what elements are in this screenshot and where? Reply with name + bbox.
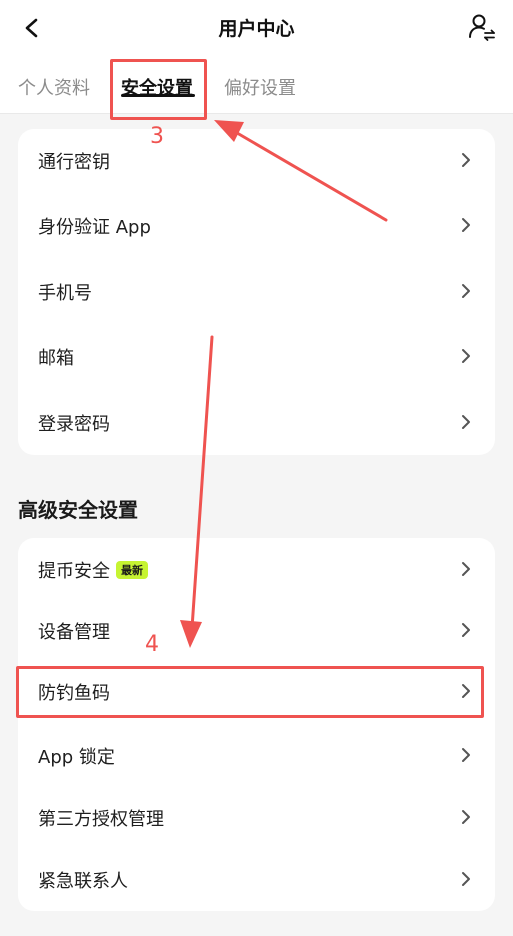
top-bar: 用户中心 xyxy=(0,0,513,56)
security-settings-card: 通行密钥 身份验证 App 手机号 邮箱 登录密码 xyxy=(18,129,495,455)
chevron-right-icon xyxy=(462,623,470,637)
row-emergency-contact[interactable]: 紧急联系人 xyxy=(18,848,495,910)
row-label-wrap: 提币安全 最新 xyxy=(38,557,148,583)
tab-bar: 个人资料 安全设置 偏好设置 xyxy=(0,56,513,114)
tab-profile[interactable]: 个人资料 xyxy=(18,74,90,100)
row-phone[interactable]: 手机号 xyxy=(18,260,495,322)
row-authenticator-app[interactable]: 身份验证 App xyxy=(18,194,495,256)
annotation-highlight-security-tab xyxy=(110,59,207,120)
row-label: 通行密钥 xyxy=(38,152,110,173)
section-title-advanced: 高级安全设置 xyxy=(18,498,138,522)
page-title: 用户中心 xyxy=(218,18,295,40)
chevron-right-icon xyxy=(462,284,470,298)
advanced-security-card: 提币安全 最新 设备管理 防钓鱼码 App 锁定 第三方授权管理 紧急联系人 xyxy=(18,538,495,911)
row-third-party-authorization[interactable]: 第三方授权管理 xyxy=(18,786,495,848)
annotation-step-4: 4 xyxy=(145,632,159,657)
row-label: 身份验证 App xyxy=(38,217,151,238)
new-badge: 最新 xyxy=(116,561,148,579)
annotation-highlight-anti-phishing xyxy=(16,666,484,718)
chevron-right-icon xyxy=(462,218,470,232)
row-label: App 锁定 xyxy=(38,747,115,768)
chevron-right-icon xyxy=(462,562,470,576)
row-email[interactable]: 邮箱 xyxy=(18,325,495,387)
row-passkey[interactable]: 通行密钥 xyxy=(18,129,495,191)
chevron-right-icon xyxy=(462,810,470,824)
row-login-password[interactable]: 登录密码 xyxy=(18,391,495,453)
chevron-right-icon xyxy=(462,748,470,762)
annotation-step-3: 3 xyxy=(150,124,164,149)
row-label: 邮箱 xyxy=(38,348,74,369)
chevron-right-icon xyxy=(462,349,470,363)
chevron-right-icon xyxy=(462,415,470,429)
chevron-right-icon xyxy=(462,872,470,886)
row-withdrawal-security[interactable]: 提币安全 最新 xyxy=(18,538,495,600)
chevron-right-icon xyxy=(462,153,470,167)
row-label: 登录密码 xyxy=(38,414,110,435)
row-label: 紧急联系人 xyxy=(38,871,128,892)
row-label: 设备管理 xyxy=(38,622,110,643)
row-device-management[interactable]: 设备管理 xyxy=(18,599,495,661)
row-label: 第三方授权管理 xyxy=(38,809,164,830)
row-app-lock[interactable]: App 锁定 xyxy=(18,724,495,786)
user-switch-icon[interactable] xyxy=(467,12,497,42)
row-label: 手机号 xyxy=(38,283,92,304)
row-label: 提币安全 xyxy=(38,561,110,582)
tab-preferences[interactable]: 偏好设置 xyxy=(224,74,296,100)
